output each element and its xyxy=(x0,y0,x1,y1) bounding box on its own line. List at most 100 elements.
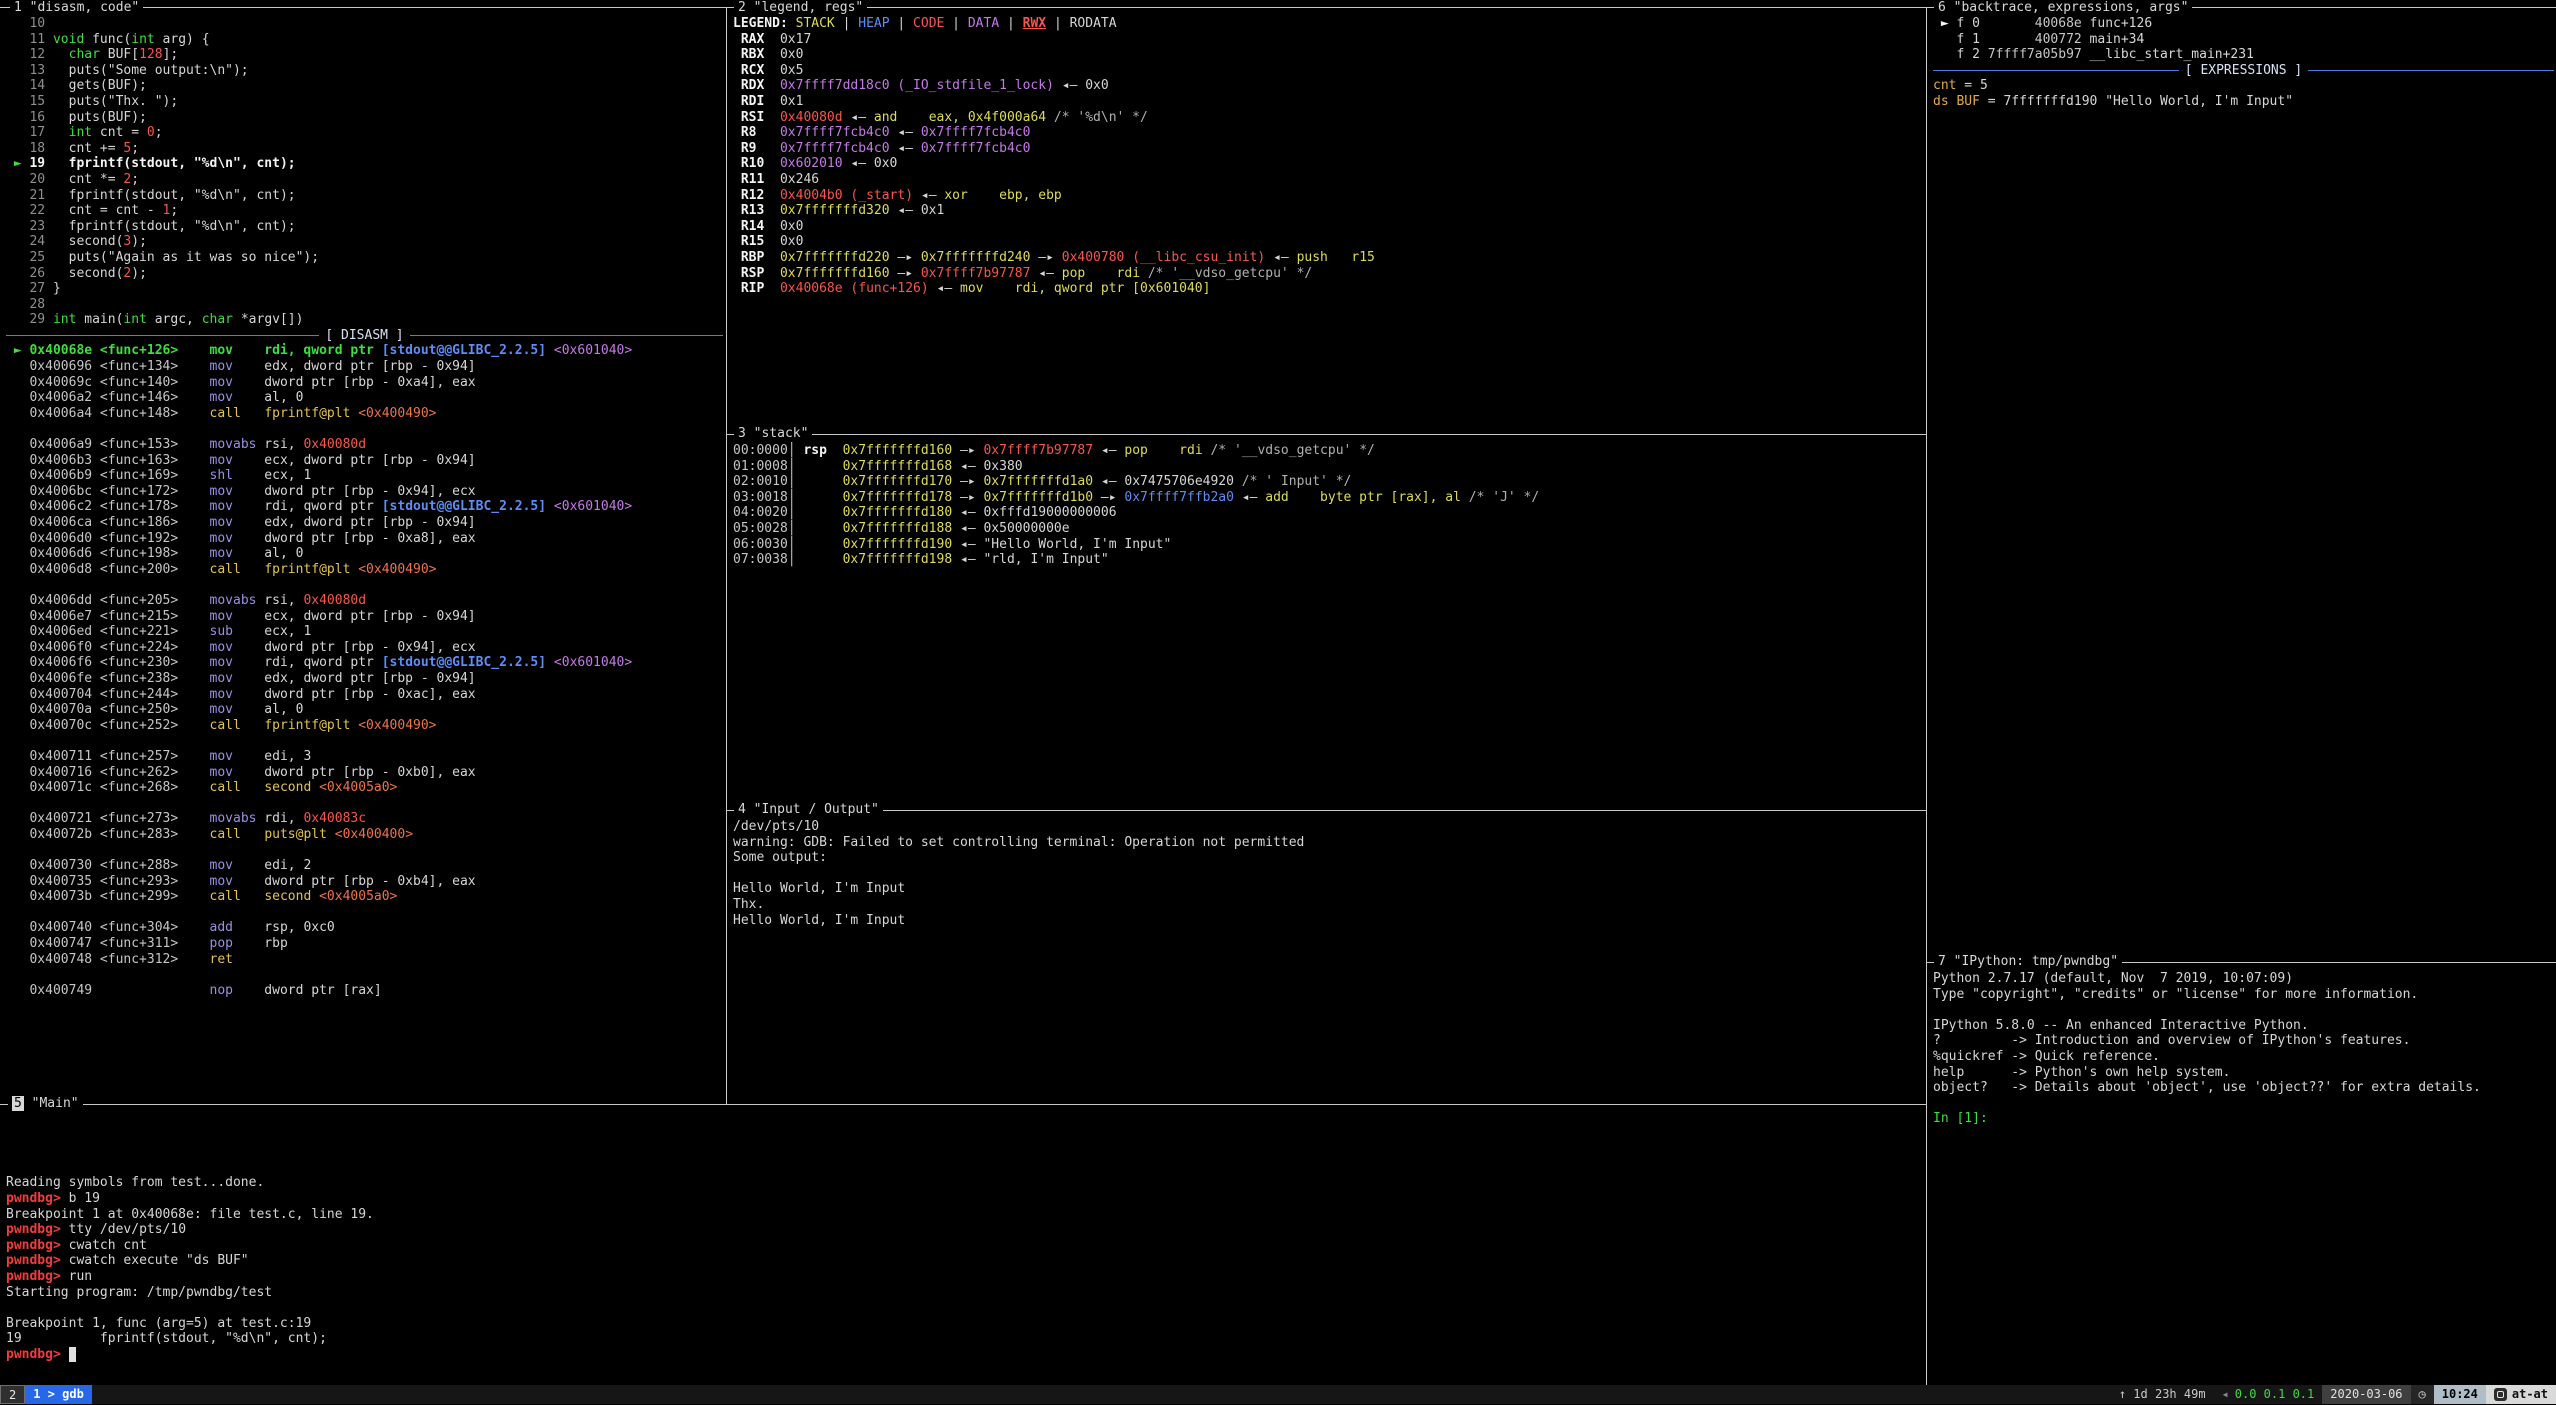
terminal-line: Some output: xyxy=(733,850,1923,866)
terminal-line: ds BUF = 7fffffffd190 "Hello World, I'm … xyxy=(1933,94,2554,110)
terminal-line xyxy=(6,1144,1923,1160)
pane-title-label: "Main" xyxy=(32,1096,79,1111)
terminal-line: pwndbg> tty /dev/pts/10 xyxy=(6,1222,1923,1238)
terminal-line: 12 char BUF[128]; xyxy=(6,47,723,63)
terminal-line: [ EXPRESSIONS ] xyxy=(1933,63,2554,79)
load-average: ◂0.0 0.1 0.1 xyxy=(2214,1385,2323,1404)
terminal-line: 07:0038│ 0x7fffffffd198 ◂— "rld, I'm Inp… xyxy=(733,552,1923,568)
terminal-line: ? -> Introduction and overview of IPytho… xyxy=(1933,1033,2554,1049)
terminal-line: R9 0x7ffff7fcb4c0 ◂— 0x7ffff7fcb4c0 xyxy=(733,141,1923,157)
terminal-line xyxy=(6,733,723,749)
terminal-line: In [1]: xyxy=(1933,1111,2554,1127)
terminal-line: 11 void func(int arg) { xyxy=(6,32,723,48)
pane-number: 7 xyxy=(1938,954,1946,969)
terminal-line: 02:0010│ 0x7fffffffd170 —▸ 0x7fffffffd1a… xyxy=(733,474,1923,490)
terminal-line: R8 0x7ffff7fcb4c0 ◂— 0x7ffff7fcb4c0 xyxy=(733,125,1923,141)
terminal-line: 21 fprintf(stdout, "%d\n", cnt); xyxy=(6,188,723,204)
pane-border-vertical-left[interactable] xyxy=(726,7,727,1104)
terminal-line: 0x4006ed <func+221> sub ecx, 1 xyxy=(6,624,723,640)
terminal-line xyxy=(6,1113,1923,1129)
terminal-line: RSI 0x40080d ◂— and eax, 0x4f000a64 /* '… xyxy=(733,110,1923,126)
terminal-line: 05:0028│ 0x7fffffffd188 ◂— 0x50000000e xyxy=(733,521,1923,537)
terminal-line: f 2 7ffff7a05b97 __libc_start_main+231 xyxy=(1933,47,2554,63)
terminal-line: 0x4006e7 <func+215> mov ecx, dword ptr [… xyxy=(6,609,723,625)
terminal-line: R12 0x4004b0 (_start) ◂— xor ebp, ebp xyxy=(733,188,1923,204)
terminal-line: ► 19 fprintf(stdout, "%d\n", cnt); xyxy=(6,156,723,172)
terminal-line: 10 xyxy=(6,16,723,32)
terminal-line: 0x4006dd <func+205> movabs rsi, 0x40080d xyxy=(6,593,723,609)
tmux-status-bar: 2 1 > gdb ↑ 1d 23h 49m ◂0.0 0.1 0.1 2020… xyxy=(0,1385,2556,1404)
terminal-line: help -> Python's own help system. xyxy=(1933,1065,2554,1081)
pane-title-label: "backtrace, expressions, args" xyxy=(1954,0,2189,15)
terminal-line: 0x400696 <func+134> mov edx, dword ptr [… xyxy=(6,359,723,375)
pane-border-stack[interactable] xyxy=(727,434,1926,435)
terminal-line: 04:0020│ 0x7fffffffd180 ◂— 0xfffd1900000… xyxy=(733,505,1923,521)
terminal-line xyxy=(6,796,723,812)
pane-border-vertical-right[interactable] xyxy=(1926,7,1927,1385)
terminal-line: 0x4006bc <func+172> mov dword ptr [rbp -… xyxy=(6,484,723,500)
terminal-line: 0x4006fe <func+238> mov edx, dword ptr [… xyxy=(6,671,723,687)
section-divider-label: [ EXPRESSIONS ] xyxy=(2179,63,2308,79)
terminal-line: Breakpoint 1, func (arg=5) at test.c:19 xyxy=(6,1316,1923,1332)
terminal-line: RIP 0x40068e (func+126) ◂— mov rdi, qwor… xyxy=(733,281,1923,297)
terminal-line: warning: GDB: Failed to set controlling … xyxy=(733,835,1923,851)
terminal-line: RAX 0x17 xyxy=(733,32,1923,48)
pane-border-io[interactable] xyxy=(727,810,1926,811)
pane-title-io: 4 "Input / Output" xyxy=(734,802,883,818)
terminal-line: IPython 5.8.0 -- An enhanced Interactive… xyxy=(1933,1018,2554,1034)
pane-legend-regs[interactable]: LEGEND: STACK | HEAP | CODE | DATA | RWX… xyxy=(727,8,1925,433)
terminal-line: R14 0x0 xyxy=(733,219,1923,235)
terminal-line: 18 cnt += 5; xyxy=(6,141,723,157)
separator-icon: ◂ xyxy=(2222,1387,2229,1401)
pane-backtrace-expressions[interactable]: ► f 0 40068e func+126 f 1 400772 main+34… xyxy=(1927,8,2556,961)
terminal-line: R11 0x246 xyxy=(733,172,1923,188)
pane-stack[interactable]: 00:0000│ rsp 0x7fffffffd160 —▸ 0x7ffff7b… xyxy=(727,435,1925,809)
pane-disasm-code[interactable]: 10 11 void func(int arg) { 12 char BUF[1… xyxy=(0,8,725,1103)
terminal-line: 0x400721 <func+273> movabs rdi, 0x40083c xyxy=(6,811,723,827)
pane-number: 6 xyxy=(1938,0,1946,15)
terminal-line: Breakpoint 1 at 0x40068e: file test.c, l… xyxy=(6,1207,1923,1223)
terminal-line: 0x400730 <func+288> mov edi, 2 xyxy=(6,858,723,874)
terminal-line xyxy=(1933,1096,2554,1112)
terminal-line: RDI 0x1 xyxy=(733,94,1923,110)
terminal-line: R10 0x602010 ◂— 0x0 xyxy=(733,156,1923,172)
terminal-line: Hello World, I'm Input xyxy=(733,881,1923,897)
tmux-window-tab[interactable]: 1 > gdb xyxy=(25,1385,92,1404)
pane-title-label: "Input / Output" xyxy=(754,802,879,817)
terminal-line: 0x40069c <func+140> mov dword ptr [rbp -… xyxy=(6,375,723,391)
terminal-line: RBX 0x0 xyxy=(733,47,1923,63)
time-display: 10:24 xyxy=(2434,1385,2486,1404)
terminal-line: RBP 0x7fffffffd220 —▸ 0x7fffffffd240 —▸ … xyxy=(733,250,1923,266)
terminal-line: 0x4006d0 <func+192> mov dword ptr [rbp -… xyxy=(6,531,723,547)
terminal-line: R15 0x0 xyxy=(733,234,1923,250)
terminal-line: 00:0000│ rsp 0x7fffffffd160 —▸ 0x7ffff7b… xyxy=(733,443,1923,459)
pane-ipython[interactable]: Python 2.7.17 (default, Nov 7 2019, 10:0… xyxy=(1927,963,2556,1384)
terminal-line: 03:0018│ 0x7fffffffd178 —▸ 0x7fffffffd1b… xyxy=(733,490,1923,506)
terminal-line: pwndbg> b 19 xyxy=(6,1191,1923,1207)
pane-border-main[interactable] xyxy=(0,1104,1926,1105)
pane-input-output[interactable]: /dev/pts/10warning: GDB: Failed to set c… xyxy=(727,811,1925,1103)
terminal-line: 01:0008│ 0x7fffffffd168 ◂— 0x380 xyxy=(733,459,1923,475)
terminal-line: 14 gets(BUF); xyxy=(6,78,723,94)
terminal-line: 29 int main(int argc, char *argv[]) xyxy=(6,312,723,328)
terminal-line: 0x400749 nop dword ptr [rax] xyxy=(6,983,723,999)
terminal-line xyxy=(6,1160,1923,1176)
pane-main-gdb[interactable]: Reading symbols from test...done.pwndbg>… xyxy=(0,1105,1925,1384)
pane-title-label: "disasm, code" xyxy=(30,0,140,15)
pane-number-active: 5 xyxy=(12,1096,24,1111)
pane-number: 3 xyxy=(738,426,746,441)
terminal-line: 0x4006ca <func+186> mov edx, dword ptr [… xyxy=(6,515,723,531)
terminal-line xyxy=(6,421,723,437)
terminal-line xyxy=(733,866,1923,882)
terminal-line: 0x400747 <func+311> pop rbp xyxy=(6,936,723,952)
pane-number: 4 xyxy=(738,802,746,817)
pane-title-ipython: 7 "IPython: tmp/pwndbg" xyxy=(1934,954,2122,970)
lock-icon xyxy=(2494,1388,2507,1401)
terminal-line: LEGEND: STACK | HEAP | CODE | DATA | RWX… xyxy=(733,16,1923,32)
terminal-line: 06:0030│ 0x7fffffffd190 ◂— "Hello World,… xyxy=(733,537,1923,553)
terminal-line: 0x4006f6 <func+230> mov rdi, qword ptr [… xyxy=(6,655,723,671)
terminal-line: 0x400735 <func+293> mov dword ptr [rbp -… xyxy=(6,874,723,890)
terminal-line: 0x400740 <func+304> add rsp, 0xc0 xyxy=(6,920,723,936)
terminal-line: /dev/pts/10 xyxy=(733,819,1923,835)
tmux-session-badge: 2 xyxy=(0,1385,25,1404)
